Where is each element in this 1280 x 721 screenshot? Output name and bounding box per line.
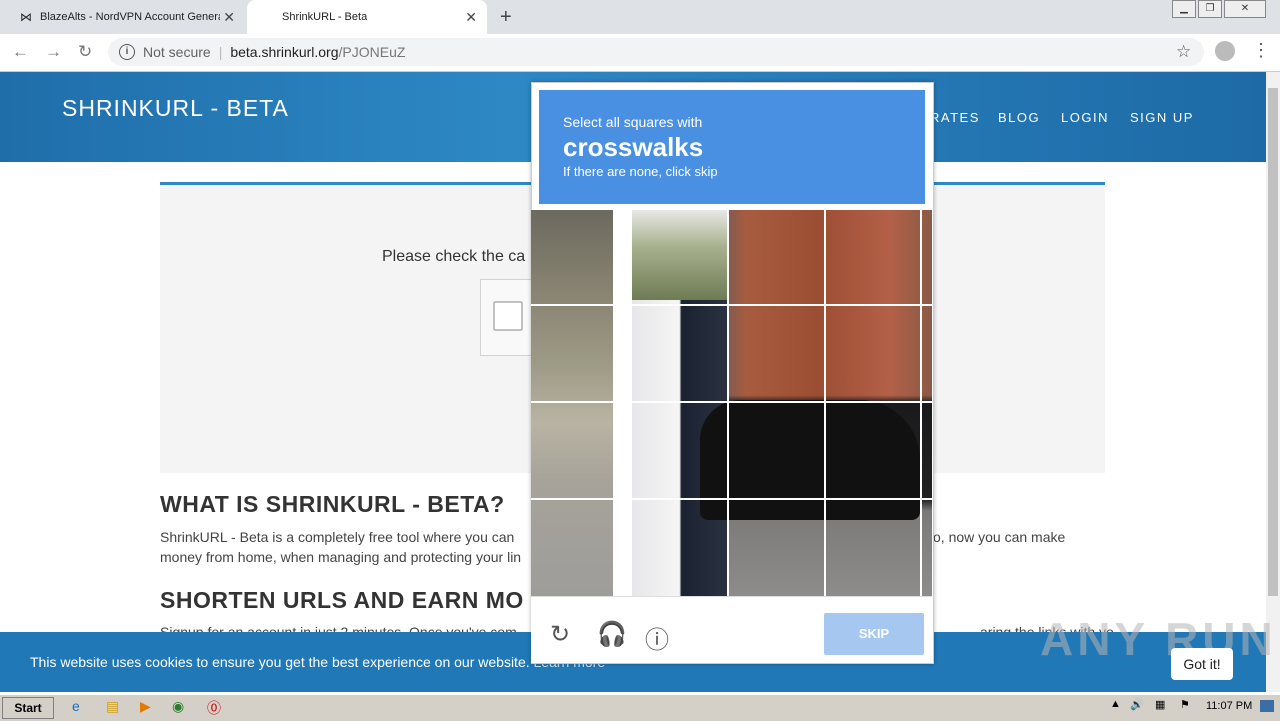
section-text-peek: Signup for an account in just 2 minutes.…	[160, 624, 517, 632]
system-clock: 11:07 PM	[1206, 700, 1253, 712]
network-icon[interactable]: ▦	[1155, 698, 1165, 711]
show-desktop-button[interactable]	[1260, 700, 1274, 712]
section-text-line2: money from home, when managing and prote…	[160, 549, 522, 565]
profile-avatar[interactable]	[1215, 41, 1235, 61]
tray-expand-icon[interactable]: ▲	[1110, 698, 1121, 710]
anyrun-watermark: ANY RUN	[1040, 613, 1277, 665]
windows-taskbar	[0, 694, 1280, 721]
section-title-what: WHAT IS SHRINKURL - BETA?	[160, 491, 505, 517]
reload-challenge-icon[interactable]: ↻	[550, 620, 570, 649]
close-tab-icon[interactable]: ✕	[465, 9, 477, 26]
flag-icon[interactable]: ⚑	[1180, 698, 1190, 711]
challenge-image-left	[531, 210, 613, 596]
challenge-instruction: Select all squares with	[563, 114, 703, 130]
window-controls: ▁ ❐ ✕	[1172, 0, 1266, 18]
url-path: /PJONEuZ	[338, 44, 406, 60]
url-host: beta.shrinkurl.org	[230, 44, 339, 60]
challenge-tile[interactable]	[729, 403, 824, 498]
skip-button[interactable]: SKIP	[824, 613, 924, 655]
forward-icon[interactable]: →	[45, 42, 62, 62]
site-brand[interactable]: SHRINKURL - BETA	[62, 95, 289, 122]
challenge-tile[interactable]	[729, 500, 824, 596]
bowtie-icon: ⋈	[20, 10, 32, 24]
challenge-tile[interactable]	[729, 210, 824, 304]
scrollbar-thumb[interactable]	[1268, 88, 1278, 596]
divider: |	[218, 44, 223, 60]
challenge-tile[interactable]	[826, 403, 920, 498]
challenge-tile[interactable]	[632, 500, 727, 596]
tab-blazealts[interactable]: ⋈ BlazeAlts - NordVPN Account Genera ✕	[10, 0, 245, 34]
start-label: Start	[14, 701, 42, 715]
challenge-tile[interactable]	[826, 500, 920, 596]
recaptcha-checkbox[interactable]	[493, 301, 523, 331]
cookie-message: This website uses cookies to ensure you …	[30, 654, 605, 670]
info-icon[interactable]: i	[119, 44, 135, 60]
kebab-menu-icon[interactable]: ⋮	[1252, 40, 1270, 61]
captcha-prompt: Please check the ca	[382, 248, 526, 265]
challenge-hint: If there are none, click skip	[563, 164, 718, 179]
challenge-tile[interactable]	[632, 210, 727, 304]
grid-line	[920, 210, 922, 596]
bookmark-star-icon[interactable]: ☆	[1176, 42, 1191, 62]
challenge-tile[interactable]	[632, 306, 727, 401]
nav-login[interactable]: LOGIN	[1061, 110, 1109, 125]
got-it-button[interactable]: Got it!	[1171, 648, 1233, 680]
new-tab-button[interactable]: +	[500, 6, 512, 29]
cookie-text: This website uses cookies to ensure you …	[30, 654, 530, 670]
opera-icon[interactable]: ⓪	[207, 698, 221, 718]
challenge-target: crosswalks	[563, 132, 704, 162]
tab-shrinkurl[interactable]: ShrinkURL - Beta ✕	[247, 0, 487, 34]
reload-icon[interactable]: ↻	[78, 42, 92, 62]
nav-blog[interactable]: BLOG	[998, 110, 1040, 125]
nav-rates[interactable]: RATES	[930, 110, 980, 125]
close-window-button[interactable]: ✕	[1224, 0, 1266, 18]
section-text-line1b: o, now you can make	[933, 529, 1066, 545]
challenge-tile[interactable]	[729, 306, 824, 401]
tab-title: ShrinkURL - Beta	[282, 11, 368, 23]
section-text-line1a: ShrinkURL - Beta is a completely free to…	[160, 529, 515, 545]
challenge-tile[interactable]	[826, 306, 920, 401]
volume-icon[interactable]: 🔊	[1130, 698, 1144, 711]
nav-signup[interactable]: SIGN UP	[1130, 110, 1194, 125]
chrome-icon[interactable]: ◉	[172, 698, 184, 715]
address-bar[interactable]: i Not secure | beta.shrinkurl.org/PJONEu…	[108, 38, 1204, 66]
section-title-shorten: SHORTEN URLS AND EARN MO	[160, 587, 524, 613]
minimize-button[interactable]: ▁	[1172, 0, 1196, 18]
grid-gap	[613, 210, 632, 596]
start-button[interactable]: Start	[2, 697, 54, 719]
challenge-tile[interactable]	[826, 210, 920, 304]
close-tab-icon[interactable]: ✕	[223, 9, 235, 26]
restore-button[interactable]: ❐	[1198, 0, 1222, 18]
explorer-icon[interactable]: ▤	[106, 698, 119, 715]
help-info-icon[interactable]: ⓘ	[645, 620, 669, 655]
tab-title: BlazeAlts - NordVPN Account Genera	[40, 11, 220, 23]
challenge-tile[interactable]	[632, 403, 727, 498]
media-player-icon[interactable]: ▶	[140, 698, 151, 715]
back-icon[interactable]: ←	[12, 42, 29, 62]
audio-challenge-icon[interactable]: 🎧	[597, 620, 627, 649]
ie-icon[interactable]: e	[72, 698, 80, 714]
security-label: Not secure	[143, 44, 211, 60]
